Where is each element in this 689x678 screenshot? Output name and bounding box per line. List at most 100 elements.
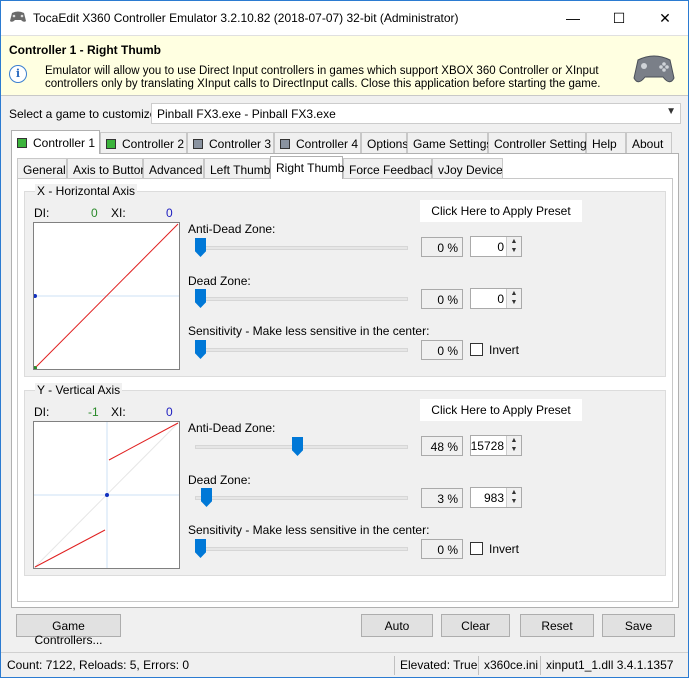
y-invert-checkbox[interactable] xyxy=(470,542,483,555)
y-invert-label: Invert xyxy=(489,542,520,556)
status-divider xyxy=(540,656,541,675)
info-icon: i xyxy=(9,65,27,83)
chevron-down-icon: ▼ xyxy=(666,106,676,117)
x-di-value: 0 xyxy=(91,206,98,220)
y-di-value: -1 xyxy=(88,405,99,419)
x-axis-group: X - Horizontal Axis DI: 0 XI: 0 Click He… xyxy=(24,184,666,377)
x-dead-zone-label: Dead Zone: xyxy=(188,274,251,288)
spin-arrows-icon[interactable]: ▲ ▼ xyxy=(506,237,521,256)
slider-thumb[interactable] xyxy=(195,340,206,359)
x-sensitivity-slider[interactable] xyxy=(195,340,408,360)
status-elevated: Elevated: True xyxy=(400,658,478,672)
gray-square-icon xyxy=(280,139,290,149)
gray-square-icon xyxy=(193,139,203,149)
tab-about[interactable]: About xyxy=(626,132,672,154)
y-axis-response-plot xyxy=(33,421,180,569)
y-anti-dead-percent: 48 % xyxy=(421,436,463,456)
x-apply-preset-button[interactable]: Click Here to Apply Preset xyxy=(420,200,582,222)
slider-thumb[interactable] xyxy=(195,289,206,308)
tab-game-settings[interactable]: Game Settings xyxy=(407,132,492,154)
y-dead-zone-slider[interactable] xyxy=(195,488,408,508)
x-dead-zone-stepper[interactable]: 0 ▲ ▼ xyxy=(470,288,522,309)
close-button[interactable]: ✕ xyxy=(642,1,688,35)
y-xi-value: 0 xyxy=(166,405,173,419)
y-axis-group: Y - Vertical Axis DI: -1 XI: 0 Click Her… xyxy=(24,383,666,576)
x-invert-label: Invert xyxy=(489,343,520,357)
x-sensitivity-label: Sensitivity - Make less sensitive in the… xyxy=(188,324,430,338)
x-anti-dead-stepper[interactable]: 0 ▲ ▼ xyxy=(470,236,522,257)
game-select-dropdown[interactable]: Pinball FX3.exe - Pinball FX3.exe ▼ xyxy=(151,103,681,124)
x-dead-zone-slider[interactable] xyxy=(195,289,408,309)
tab-options[interactable]: Options xyxy=(361,132,408,154)
tab-controller-2[interactable]: Controller 2 xyxy=(100,132,187,154)
y-sensitivity-percent: 0 % xyxy=(421,539,463,559)
app-window: TocaEdit X360 Controller Emulator 3.2.10… xyxy=(0,0,689,678)
y-dead-zone-percent: 3 % xyxy=(421,488,463,508)
tab-axis-to-button[interactable]: Axis to Button xyxy=(67,158,147,179)
slider-thumb[interactable] xyxy=(195,238,206,257)
spin-arrows-icon[interactable]: ▲ ▼ xyxy=(506,436,521,455)
y-axis-curve xyxy=(33,421,180,569)
clear-button[interactable]: Clear xyxy=(441,614,510,637)
tab-general[interactable]: General xyxy=(17,158,67,179)
y-apply-preset-button[interactable]: Click Here to Apply Preset xyxy=(420,399,582,421)
maximize-button[interactable]: ☐ xyxy=(596,1,642,35)
x-sensitivity-percent: 0 % xyxy=(421,340,463,360)
slider-thumb[interactable] xyxy=(292,437,303,456)
y-dead-zone-stepper[interactable]: 983 ▲ ▼ xyxy=(470,487,522,508)
tab-advanced[interactable]: Advanced xyxy=(143,158,204,179)
auto-button[interactable]: Auto xyxy=(361,614,433,637)
status-ini-file: x360ce.ini xyxy=(484,658,539,672)
spin-arrows-icon[interactable]: ▲ ▼ xyxy=(506,488,521,507)
tab-vjoy-device[interactable]: vJoy Device xyxy=(432,158,503,179)
status-counts: Count: 7122, Reloads: 5, Errors: 0 xyxy=(7,658,190,672)
game-select-label: Select a game to customize: xyxy=(9,107,160,121)
y-di-label: DI: xyxy=(34,405,50,419)
y-sensitivity-slider[interactable] xyxy=(195,539,408,559)
spin-arrows-icon[interactable]: ▲ ▼ xyxy=(506,289,521,308)
y-axis-title: Y - Vertical Axis xyxy=(35,383,123,397)
y-xi-label: XI: xyxy=(111,405,126,419)
header-description: Emulator will allow you to use Direct In… xyxy=(45,65,601,90)
reset-button[interactable]: Reset xyxy=(520,614,594,637)
x-anti-dead-percent: 0 % xyxy=(421,237,463,257)
gamepad-app-icon xyxy=(10,11,26,22)
tab-controller-4[interactable]: Controller 4 xyxy=(274,132,361,154)
x-xi-label: XI: xyxy=(111,206,126,220)
x-dead-zone-percent: 0 % xyxy=(421,289,463,309)
x-axis-curve xyxy=(33,223,179,370)
x-di-label: DI: xyxy=(34,206,50,220)
minimize-button[interactable]: — xyxy=(550,1,596,35)
gamepad-icon xyxy=(633,55,675,83)
tab-right-thumb[interactable]: Right Thumb xyxy=(270,156,344,179)
x-xi-value: 0 xyxy=(166,206,173,220)
tab-controller-1[interactable]: Controller 1 xyxy=(11,130,100,154)
x-invert-checkbox[interactable] xyxy=(470,343,483,356)
header-title: Controller 1 - Right Thumb xyxy=(9,43,161,57)
tab-force-feedback[interactable]: Force Feedback xyxy=(343,158,436,179)
tab-left-thumb[interactable]: Left Thumb xyxy=(204,158,270,179)
tab-controller-settings[interactable]: Controller Settings xyxy=(488,132,593,154)
y-anti-dead-slider[interactable] xyxy=(195,437,408,457)
y-anti-dead-stepper[interactable]: 15728 ▲ ▼ xyxy=(470,435,522,456)
game-select-value: Pinball FX3.exe - Pinball FX3.exe xyxy=(157,107,336,121)
game-controllers-button[interactable]: Game Controllers... xyxy=(16,614,121,647)
save-button[interactable]: Save xyxy=(602,614,675,637)
green-square-icon xyxy=(106,139,116,149)
slider-thumb[interactable] xyxy=(195,539,206,558)
green-square-icon xyxy=(17,138,27,148)
title-bar: TocaEdit X360 Controller Emulator 3.2.10… xyxy=(1,1,688,35)
x-anti-dead-label: Anti-Dead Zone: xyxy=(188,222,276,236)
x-axis-response-plot xyxy=(33,222,180,370)
status-divider xyxy=(394,656,395,675)
tab-controller-3[interactable]: Controller 3 xyxy=(187,132,274,154)
y-dead-zone-label: Dead Zone: xyxy=(188,473,251,487)
slider-thumb[interactable] xyxy=(201,488,212,507)
status-dll-version: xinput1_1.dll 3.4.1.1357 xyxy=(546,658,674,672)
tab-help[interactable]: Help xyxy=(586,132,626,154)
status-divider xyxy=(478,656,479,675)
x-anti-dead-slider[interactable] xyxy=(195,238,408,258)
y-sensitivity-label: Sensitivity - Make less sensitive in the… xyxy=(188,523,430,537)
y-anti-dead-label: Anti-Dead Zone: xyxy=(188,421,276,435)
window-title: TocaEdit X360 Controller Emulator 3.2.10… xyxy=(33,11,459,25)
